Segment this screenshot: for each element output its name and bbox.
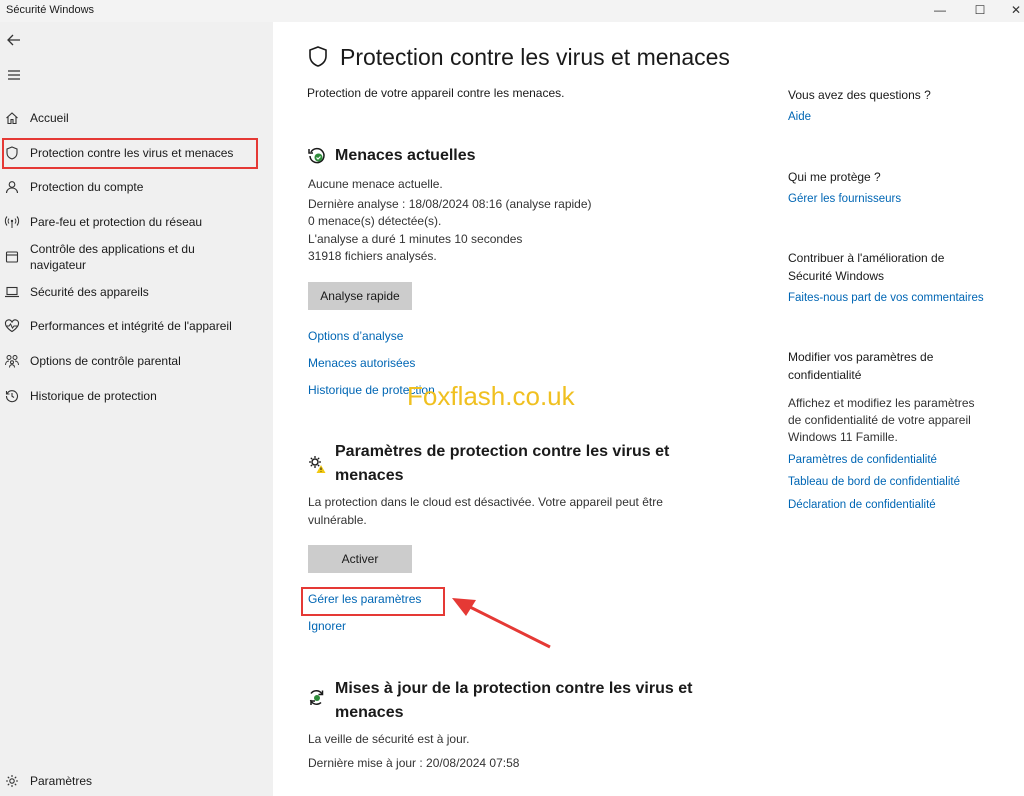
scan-history-icon (308, 147, 325, 164)
scan-duration-text: L'analyse a duré 1 minutes 10 secondes (308, 232, 523, 246)
sidebar-item-label: Protection du compte (30, 180, 144, 194)
privacy-dashboard-link[interactable]: Tableau de bord de confidentialité (788, 476, 960, 488)
questions-heading: Vous avez des questions ? (788, 88, 931, 102)
who-protects-heading: Qui me protège ? (788, 170, 881, 184)
ignore-link[interactable]: Ignorer (308, 619, 346, 633)
red-pointer-arrow-icon (452, 598, 551, 649)
sidebar-item-settings[interactable]: Paramètres (0, 771, 273, 791)
sidebar-item-label: Pare-feu et protection du réseau (30, 215, 203, 229)
privacy-settings-link[interactable]: Paramètres de confidentialité (788, 454, 937, 466)
antenna-icon (4, 216, 20, 228)
gear-icon (6, 775, 18, 787)
sidebar-item-label: Contrôle des applications et du navigate… (30, 242, 195, 272)
highlight-box-manage-settings (301, 587, 445, 616)
menu-toggle-button[interactable] (4, 65, 24, 85)
maximize-icon: ☐ (974, 3, 986, 17)
section-title-current-threats: Menaces actuelles (335, 147, 476, 164)
section-title-protection-settings-line1: Paramètres de protection contre les viru… (335, 443, 670, 460)
last-update-text: Dernière mise à jour : 20/08/2024 07:58 (308, 756, 520, 770)
watermark-text: Foxflash.co.uk (407, 381, 575, 411)
home-icon (6, 112, 18, 125)
back-arrow-icon (7, 34, 20, 46)
heart-pulse-icon (4, 319, 20, 333)
cloud-protection-warning-line2: vulnérable. (308, 513, 367, 527)
contribute-heading-line2: Sécurité Windows (788, 269, 885, 283)
shield-icon (309, 46, 327, 67)
sidebar-item-account-protection[interactable]: Protection du compte (0, 177, 273, 197)
settings-warning-icon (309, 456, 326, 473)
help-link[interactable]: Aide (788, 111, 811, 123)
family-icon (5, 355, 19, 368)
section-title-updates-line1: Mises à jour de la protection contre les… (335, 680, 693, 697)
sidebar-item-label: Paramètres (30, 774, 93, 788)
laptop-icon (5, 286, 19, 298)
back-button[interactable] (4, 30, 24, 50)
main-content: Protection contre les virus et menaces P… (273, 22, 1024, 796)
cloud-protection-warning-line1: La protection dans le cloud est désactiv… (308, 495, 663, 509)
highlight-box-sidebar (2, 138, 258, 169)
close-button[interactable]: ✕ (996, 0, 1024, 20)
section-title-updates-line2: menaces (335, 704, 404, 721)
close-icon: ✕ (1010, 3, 1022, 17)
quick-scan-button[interactable]: Analyse rapide (308, 282, 412, 310)
sidebar-item-protection-history[interactable]: Historique de protection (0, 386, 273, 406)
browser-window-icon (5, 251, 19, 263)
allowed-threats-link[interactable]: Menaces autorisées (308, 356, 415, 370)
sidebar-item-label: Historique de protection (30, 389, 157, 403)
person-icon (5, 181, 19, 194)
update-sync-icon (309, 689, 324, 705)
threat-status-text: Aucune menace actuelle. (308, 177, 443, 191)
privacy-statement-link[interactable]: Déclaration de confidentialité (788, 499, 936, 511)
history-icon (5, 390, 19, 403)
page-subtitle: Protection de votre appareil contre les … (307, 86, 565, 100)
manage-providers-link[interactable]: Gérer les fournisseurs (788, 193, 901, 205)
contribute-heading-line1: Contribuer à l'amélioration de (788, 251, 945, 265)
maximize-button[interactable]: ☐ (960, 0, 1000, 20)
privacy-text-line1: Affichez et modifiez les paramètres (788, 396, 975, 410)
sidebar-item-app-browser-control[interactable]: Contrôle des applications et du navigate… (0, 240, 273, 274)
sidebar-item-label: Options de contrôle parental (30, 354, 181, 368)
privacy-heading-line1: Modifier vos paramètres de (788, 350, 934, 364)
title-bar: Sécurité Windows — ☐ ✕ (0, 0, 1024, 22)
privacy-heading-line2: confidentialité (788, 368, 862, 382)
sidebar-item-label: Accueil (30, 111, 69, 125)
sidebar-item-label: Performances et intégrité de l'appareil (30, 319, 232, 333)
security-intelligence-status: La veille de sécurité est à jour. (308, 732, 470, 746)
threats-found-text: 0 menace(s) détectée(s). (308, 214, 442, 228)
sidebar-item-firewall[interactable]: Pare-feu et protection du réseau (0, 212, 273, 232)
files-scanned-text: 31918 fichiers analysés. (308, 249, 437, 263)
privacy-text-line3: Windows 11 Famille. (788, 430, 898, 444)
last-scan-text: Dernière analyse : 18/08/2024 08:16 (ana… (308, 197, 592, 211)
minimize-icon: — (934, 3, 946, 17)
page-title: Protection contre les virus et menaces (340, 44, 730, 70)
sidebar-item-device-health[interactable]: Performances et intégrité de l'appareil (0, 316, 273, 336)
sidebar-item-device-security[interactable]: Sécurité des appareils (0, 282, 273, 302)
sidebar-item-home[interactable]: Accueil (0, 108, 273, 128)
scan-options-link[interactable]: Options d’analyse (308, 329, 403, 343)
section-title-protection-settings-line2: menaces (335, 467, 404, 484)
hamburger-icon (8, 70, 20, 80)
window-title: Sécurité Windows (6, 4, 95, 16)
sidebar-item-label: Sécurité des appareils (30, 285, 149, 299)
sidebar-item-family-options[interactable]: Options de contrôle parental (0, 351, 273, 371)
sidebar: Accueil Protection contre les virus et m… (0, 22, 273, 796)
feedback-link[interactable]: Faites-nous part de vos commentaires (788, 292, 984, 304)
privacy-text-line2: de confidentialité de votre appareil (788, 413, 971, 427)
activate-button[interactable]: Activer (308, 545, 412, 573)
minimize-button[interactable]: — (920, 0, 960, 20)
